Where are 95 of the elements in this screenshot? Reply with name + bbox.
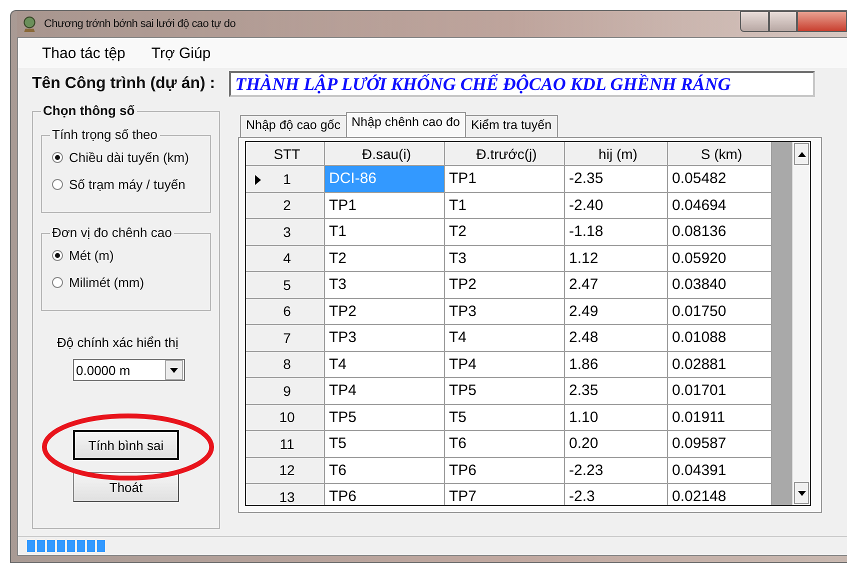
table-cell[interactable]: TP1 (325, 192, 445, 219)
row-number: 10 (279, 409, 295, 426)
table-cell[interactable]: 2.48 (565, 325, 668, 352)
table-cell[interactable]: TP2 (325, 298, 445, 325)
table-cell[interactable]: 2.47 (565, 272, 668, 298)
globe-icon (21, 16, 38, 32)
row-number: 5 (283, 276, 291, 293)
table-cell[interactable]: 2.35 (565, 378, 668, 404)
table-cell[interactable]: T1 (325, 219, 445, 246)
row-header[interactable]: 10 (246, 404, 325, 431)
menu-item[interactable]: Trợ Giúp (151, 44, 211, 62)
table-cell[interactable]: -2.3 (565, 484, 668, 505)
table-cell[interactable]: T4 (445, 325, 565, 352)
table-cell[interactable]: -2.23 (565, 458, 668, 484)
scroll-up-button[interactable] (794, 143, 809, 165)
table-cell[interactable]: T6 (325, 458, 445, 484)
row-number: 2 (283, 197, 291, 214)
table-cell[interactable]: TP3 (445, 298, 565, 325)
precision-dropdown[interactable]: 0.0000 m (73, 359, 185, 381)
scroll-down-button[interactable] (794, 482, 809, 504)
table-cell[interactable]: -2.35 (565, 166, 668, 192)
row-number: 8 (283, 356, 291, 372)
row-number: 7 (283, 330, 291, 346)
column-header[interactable]: hij (m) (565, 142, 668, 166)
table-cell[interactable]: TP2 (445, 272, 565, 298)
table-cell[interactable]: TP1 (445, 166, 565, 192)
table-cell[interactable]: TP6 (325, 484, 445, 505)
tab[interactable]: Nhập chênh cao đo (346, 112, 466, 137)
row-number: 4 (283, 250, 291, 266)
row-header[interactable]: 2 (246, 192, 325, 219)
group-title: Tính trọng số theo (50, 127, 160, 142)
row-number: 1 (283, 170, 291, 187)
precision-label: Độ chính xác hiển thị (57, 335, 180, 350)
row-header[interactable]: 4 (246, 246, 325, 272)
column-header[interactable]: Đ.trước(j) (445, 142, 565, 166)
radio-option[interactable]: Chiều dài tuyến (km) (52, 150, 210, 165)
table-cell[interactable]: T2 (445, 219, 565, 246)
table-cell[interactable]: TP3 (325, 325, 445, 352)
column-header[interactable]: Đ.sau(i) (325, 142, 445, 166)
row-number: 13 (279, 488, 295, 505)
tab[interactable]: Kiểm tra tuyến (464, 115, 558, 137)
table-cell[interactable]: TP4 (445, 352, 565, 378)
table-cell[interactable]: TP6 (445, 458, 565, 484)
project-name-field[interactable]: THÀNH LẬP LƯỚI KHỐNG CHẾ ĐỘCAO KDL GHỀNH RÁNG (229, 71, 816, 97)
row-header[interactable]: 3 (246, 219, 325, 246)
group-title: Đơn vị đo chênh cao (50, 225, 174, 240)
column-header[interactable]: S (km) (668, 142, 772, 166)
radio-option[interactable]: Milimét (mm) (52, 275, 210, 290)
row-number: 9 (283, 382, 291, 399)
minimize-button[interactable] (740, 11, 769, 32)
scrollbar[interactable] (792, 142, 810, 505)
project-label: Tên Công trình (dự án) : (32, 75, 216, 93)
table-cell[interactable]: 0.20 (565, 431, 668, 458)
row-header[interactable]: 11 (246, 431, 325, 458)
close-button[interactable] (797, 11, 847, 32)
row-pointer-icon (255, 175, 261, 185)
table-cell[interactable]: T4 (325, 352, 445, 378)
table-cell[interactable]: T1 (445, 192, 565, 219)
row-header[interactable]: 12 (246, 458, 325, 484)
radio-option[interactable]: Mét (m) (52, 248, 210, 263)
table-cell[interactable]: TP5 (325, 404, 445, 431)
table-cell[interactable]: -1.18 (565, 219, 668, 246)
row-header[interactable]: 1 (246, 166, 325, 192)
table-cell[interactable]: T5 (445, 404, 565, 431)
row-header[interactable]: 7 (246, 325, 325, 352)
tab[interactable]: Nhập độ cao gốc (240, 115, 347, 137)
table-cell[interactable]: T2 (325, 246, 445, 272)
table-cell[interactable]: 1.86 (565, 352, 668, 378)
table-cell[interactable]: TP4 (325, 378, 445, 404)
row-header[interactable]: 5 (246, 272, 325, 298)
row-header[interactable]: 6 (246, 298, 325, 325)
table-cell[interactable]: T3 (445, 246, 565, 272)
row-header[interactable]: 8 (246, 352, 325, 378)
table-cell[interactable]: 1.10 (565, 404, 668, 431)
menu-item[interactable]: Thao tác tệp (42, 44, 126, 62)
row-number: 12 (279, 462, 295, 478)
panel-title: Chọn thông số (41, 103, 137, 118)
row-number: 3 (283, 224, 291, 240)
table-cell[interactable]: 1.12 (565, 246, 668, 272)
table-cell[interactable]: T5 (325, 431, 445, 458)
table-cell[interactable]: 2.49 (565, 298, 668, 325)
row-number: 11 (280, 436, 294, 452)
row-header[interactable]: 9 (246, 378, 325, 404)
window-title: Chương trớnh bớnh sai lưới độ cao tự do (44, 18, 236, 30)
row-number: 6 (283, 303, 291, 320)
table-cell[interactable]: -2.40 (565, 192, 668, 219)
column-header[interactable]: STT (246, 142, 325, 166)
table-cell[interactable]: TP7 (445, 484, 565, 505)
maximize-button[interactable] (769, 11, 797, 32)
table-cell[interactable]: T3 (325, 272, 445, 298)
table-cell[interactable]: TP5 (445, 378, 565, 404)
row-header[interactable]: 13 (246, 484, 325, 505)
radio-option[interactable]: Số trạm máy / tuyến (52, 177, 210, 192)
adjust-button[interactable]: Tính bình sai (73, 430, 179, 460)
table-cell[interactable]: T6 (445, 431, 565, 458)
